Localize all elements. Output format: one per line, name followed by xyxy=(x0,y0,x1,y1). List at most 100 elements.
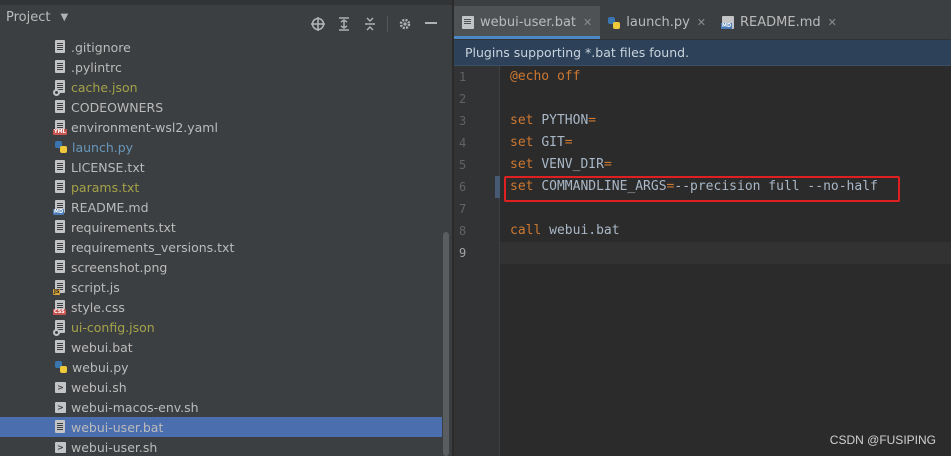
tree-item-label: .gitignore xyxy=(71,39,131,55)
tree-item[interactable]: requirements.txt xyxy=(0,217,442,237)
code-line[interactable] xyxy=(500,242,951,264)
code-area[interactable]: 123456789 @echo off set PYTHON= set GIT= se… xyxy=(454,66,951,456)
minimize-icon[interactable] xyxy=(418,14,444,34)
tree-item[interactable]: > webui-user.sh xyxy=(0,437,442,456)
tree-item[interactable]: CSS style.css xyxy=(0,297,442,317)
tree-item[interactable]: LICENSE.txt xyxy=(0,157,442,177)
editor-tab[interactable]: MD README.md ✕ xyxy=(714,6,845,39)
code-lines[interactable]: @echo off set PYTHON= set GIT= set VENV_DIR… xyxy=(500,66,951,264)
chevron-down-icon[interactable]: ▼ xyxy=(60,12,68,23)
markdown-file-icon: MD xyxy=(53,200,66,215)
toolbar-divider xyxy=(387,16,388,32)
line-number: 2 xyxy=(459,92,467,106)
code-line[interactable] xyxy=(510,88,951,110)
code-line[interactable]: set VENV_DIR= xyxy=(510,154,951,176)
tree-item-label: webui.py xyxy=(72,359,129,375)
tree-item-label: webui-macos-env.sh xyxy=(71,399,199,415)
tree-item-label: params.txt xyxy=(71,179,140,195)
plugin-notification[interactable]: Plugins supporting *.bat files found. xyxy=(454,40,951,66)
code-token: = xyxy=(603,157,612,172)
tree-item-label: style.css xyxy=(71,299,125,315)
tree-item-label: webui.bat xyxy=(71,339,133,355)
editor-tab[interactable]: launch.py ✕ xyxy=(600,6,714,39)
tree-item[interactable]: webui.py xyxy=(0,357,442,377)
tree-item[interactable]: screenshot.png xyxy=(0,257,442,277)
collapse-all-icon[interactable] xyxy=(357,14,383,34)
tree-item[interactable]: params.txt xyxy=(0,177,442,197)
tree-item[interactable]: cache.json xyxy=(0,77,442,97)
close-icon[interactable]: ✕ xyxy=(583,16,592,29)
close-icon[interactable]: ✕ xyxy=(828,16,837,29)
text-file-icon xyxy=(55,60,66,74)
text-file-icon xyxy=(55,100,66,114)
tree-item[interactable]: CODEOWNERS xyxy=(0,97,442,117)
line-number: 5 xyxy=(459,158,467,172)
tree-item-label: launch.py xyxy=(72,139,134,155)
line-number: 3 xyxy=(459,114,467,128)
code-token: set xyxy=(510,135,542,150)
editor-tab[interactable]: webui-user.bat ✕ xyxy=(454,6,601,39)
close-icon[interactable]: ✕ xyxy=(697,16,706,29)
code-token: webui.bat xyxy=(549,223,620,238)
tree-item-label: ui-config.json xyxy=(71,319,155,335)
code-token: VENV_DIR xyxy=(541,157,604,172)
bat-file-icon xyxy=(462,16,474,29)
line-number: 4 xyxy=(459,136,467,150)
shell-file-icon: > xyxy=(55,441,66,453)
tree-item-label: README.md xyxy=(71,199,149,215)
tree-item-label: requirements_versions.txt xyxy=(71,239,235,255)
line-number: 8 xyxy=(459,224,467,238)
code-token: GIT xyxy=(541,135,565,150)
expand-all-icon[interactable] xyxy=(331,14,357,34)
highlight-annotation xyxy=(504,176,900,202)
tree-item[interactable]: .pylintrc xyxy=(0,57,442,77)
tree-item[interactable]: launch.py xyxy=(0,137,442,157)
markdown-file-icon: MD xyxy=(721,16,735,29)
code-line[interactable]: call webui.bat xyxy=(510,220,951,242)
file-type-badge: JS xyxy=(53,289,61,295)
tree-item[interactable]: MD README.md xyxy=(0,197,442,217)
tree-item[interactable]: webui.bat xyxy=(0,337,442,357)
tree-item[interactable]: JS script.js xyxy=(0,277,442,297)
code-line[interactable]: set GIT= xyxy=(510,132,951,154)
tree-item-label: script.js xyxy=(71,279,120,295)
tree-item-label: webui-user.bat xyxy=(71,419,164,435)
tree-item-label: CODEOWNERS xyxy=(71,99,164,115)
line-number: 7 xyxy=(459,202,467,216)
crosshair-icon[interactable] xyxy=(305,14,331,34)
css-file-icon: CSS xyxy=(53,300,66,315)
tree-item[interactable]: ui-config.json xyxy=(0,317,442,337)
text-file-icon xyxy=(55,40,66,54)
project-title[interactable]: Project xyxy=(6,10,50,25)
project-panel: Project ▼ .gitignore .pylintrc cache.json C… xyxy=(0,0,453,456)
file-type-badge: YML xyxy=(53,129,67,135)
tree-item-label: environment-wsl2.yaml xyxy=(71,119,218,135)
shell-file-icon: > xyxy=(55,401,66,413)
tree-item[interactable]: .gitignore xyxy=(0,37,442,57)
text-file-icon xyxy=(55,420,66,434)
python-file-icon xyxy=(608,16,621,29)
tree-item[interactable]: requirements_versions.txt xyxy=(0,237,442,257)
tree-item[interactable]: > webui-macos-env.sh xyxy=(0,397,442,417)
text-file-icon xyxy=(55,240,66,254)
tree-scrollbar[interactable] xyxy=(443,232,449,456)
tab-label: launch.py xyxy=(626,15,690,30)
text-file-icon xyxy=(55,180,66,194)
tree-item-label: webui-user.sh xyxy=(71,439,158,455)
code-line[interactable]: @echo off xyxy=(510,66,951,88)
line-number: 6 xyxy=(459,180,467,194)
tree-item[interactable]: > webui.sh xyxy=(0,377,442,397)
json-file-icon xyxy=(53,320,66,336)
gear-icon[interactable] xyxy=(392,14,418,34)
change-marker[interactable] xyxy=(495,176,500,198)
tree-item-label: webui.sh xyxy=(71,379,127,395)
python-file-icon xyxy=(55,361,67,373)
text-file-icon xyxy=(55,220,66,234)
line-number-gutter: 1 2 3 4 5 6 7 8 9 xyxy=(454,66,500,456)
json-file-icon xyxy=(53,80,66,96)
code-line[interactable]: set PYTHON= xyxy=(510,110,951,132)
tree-item[interactable]: YML environment-wsl2.yaml xyxy=(0,117,442,137)
image-file-icon xyxy=(55,260,66,274)
code-token: = xyxy=(588,113,597,128)
tree-item[interactable]: webui-user.bat xyxy=(0,417,442,437)
